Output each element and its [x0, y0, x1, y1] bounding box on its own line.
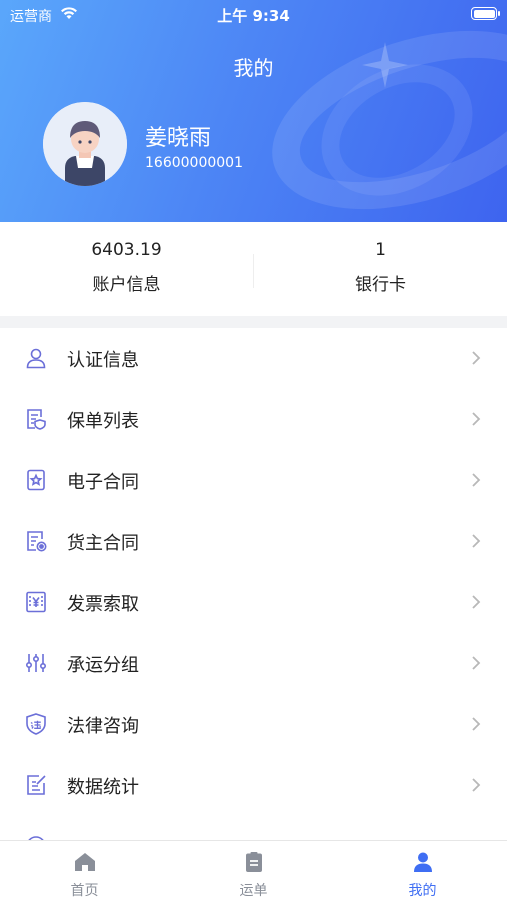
sliders-icon [25, 654, 46, 672]
menu-item-carrier-grouping[interactable]: 承运分组 [0, 633, 507, 694]
chevron-right-icon [472, 778, 481, 792]
menu-item-invoice-request[interactable]: 发票索取 [0, 572, 507, 633]
chevron-right-icon [472, 656, 481, 670]
page-title: 我的 [233, 56, 274, 80]
user-icon [26, 348, 46, 369]
home-icon [75, 853, 95, 871]
user-name: 姜晓雨 [145, 126, 212, 151]
menu-label: 电子合同 [67, 472, 139, 493]
tab-mine[interactable]: 我的 [338, 841, 507, 900]
tab-home[interactable]: 首页 [0, 841, 169, 900]
waybill-icon [246, 852, 262, 872]
menu-item-e-contract[interactable]: 电子合同 [0, 450, 507, 511]
shipper-contract-icon [27, 531, 47, 552]
e-contract-icon [27, 469, 45, 491]
chevron-right-icon [472, 412, 481, 426]
battery-icon [471, 7, 500, 20]
tab-label: 首页 [70, 883, 99, 899]
menu-label: 发票索取 [67, 594, 139, 615]
policy-list-icon [27, 409, 46, 430]
menu-item-policy-list[interactable]: 保单列表 [0, 389, 507, 450]
invoice-icon [26, 591, 46, 613]
account-info-label: 账户信息 [92, 275, 161, 295]
avatar[interactable] [43, 102, 127, 186]
avatar-person-icon [43, 102, 127, 186]
menu-label: 承运分组 [67, 655, 139, 676]
chevron-right-icon [472, 351, 481, 365]
menu-item-verification[interactable]: 认证信息 [0, 328, 507, 389]
tab-label: 我的 [408, 883, 437, 899]
tab-bar: 首页 运单 我的 [0, 840, 507, 900]
person-icon [414, 852, 432, 872]
data-stats-icon [27, 775, 46, 795]
tab-label: 运单 [239, 883, 268, 899]
menu-label: 数据统计 [67, 777, 139, 798]
menu-item-data-statistics[interactable]: 数据统计 [0, 755, 507, 816]
bank-card-count: 1 [375, 240, 386, 260]
chevron-right-icon [472, 473, 481, 487]
status-bar: 运营商 上午 9:34 [0, 0, 507, 28]
user-phone: 16600000001 [145, 155, 243, 171]
account-stats: 6403.19 账户信息 1 银行卡 [0, 222, 507, 316]
tab-waybill[interactable]: 运单 [169, 841, 338, 900]
menu-item-partial[interactable] [0, 816, 507, 840]
menu-label: 认证信息 [67, 350, 139, 371]
menu-item-legal-consultation[interactable]: 法律咨询 [0, 694, 507, 755]
menu-label: 货主合同 [67, 533, 139, 554]
settings-menu: 认证信息 保单列表 电子合同 货主合同 发票索取 承运分组 法律咨询 数据统计 [0, 328, 507, 840]
menu-label: 保单列表 [67, 411, 139, 432]
menu-item-shipper-contract[interactable]: 货主合同 [0, 511, 507, 572]
profile-header: 运营商 上午 9:34 我的 姜晓雨 16600000001 [0, 0, 507, 222]
account-info-stat[interactable]: 6403.19 账户信息 [0, 222, 253, 316]
account-balance-value: 6403.19 [91, 240, 162, 260]
bank-card-label: 银行卡 [355, 275, 406, 295]
chevron-right-icon [472, 534, 481, 548]
menu-label: 法律咨询 [67, 716, 139, 737]
legal-shield-icon [26, 713, 46, 735]
chevron-right-icon [472, 595, 481, 609]
bank-card-stat[interactable]: 1 银行卡 [254, 222, 507, 316]
chevron-right-icon [472, 717, 481, 731]
status-time: 上午 9:34 [217, 7, 290, 25]
